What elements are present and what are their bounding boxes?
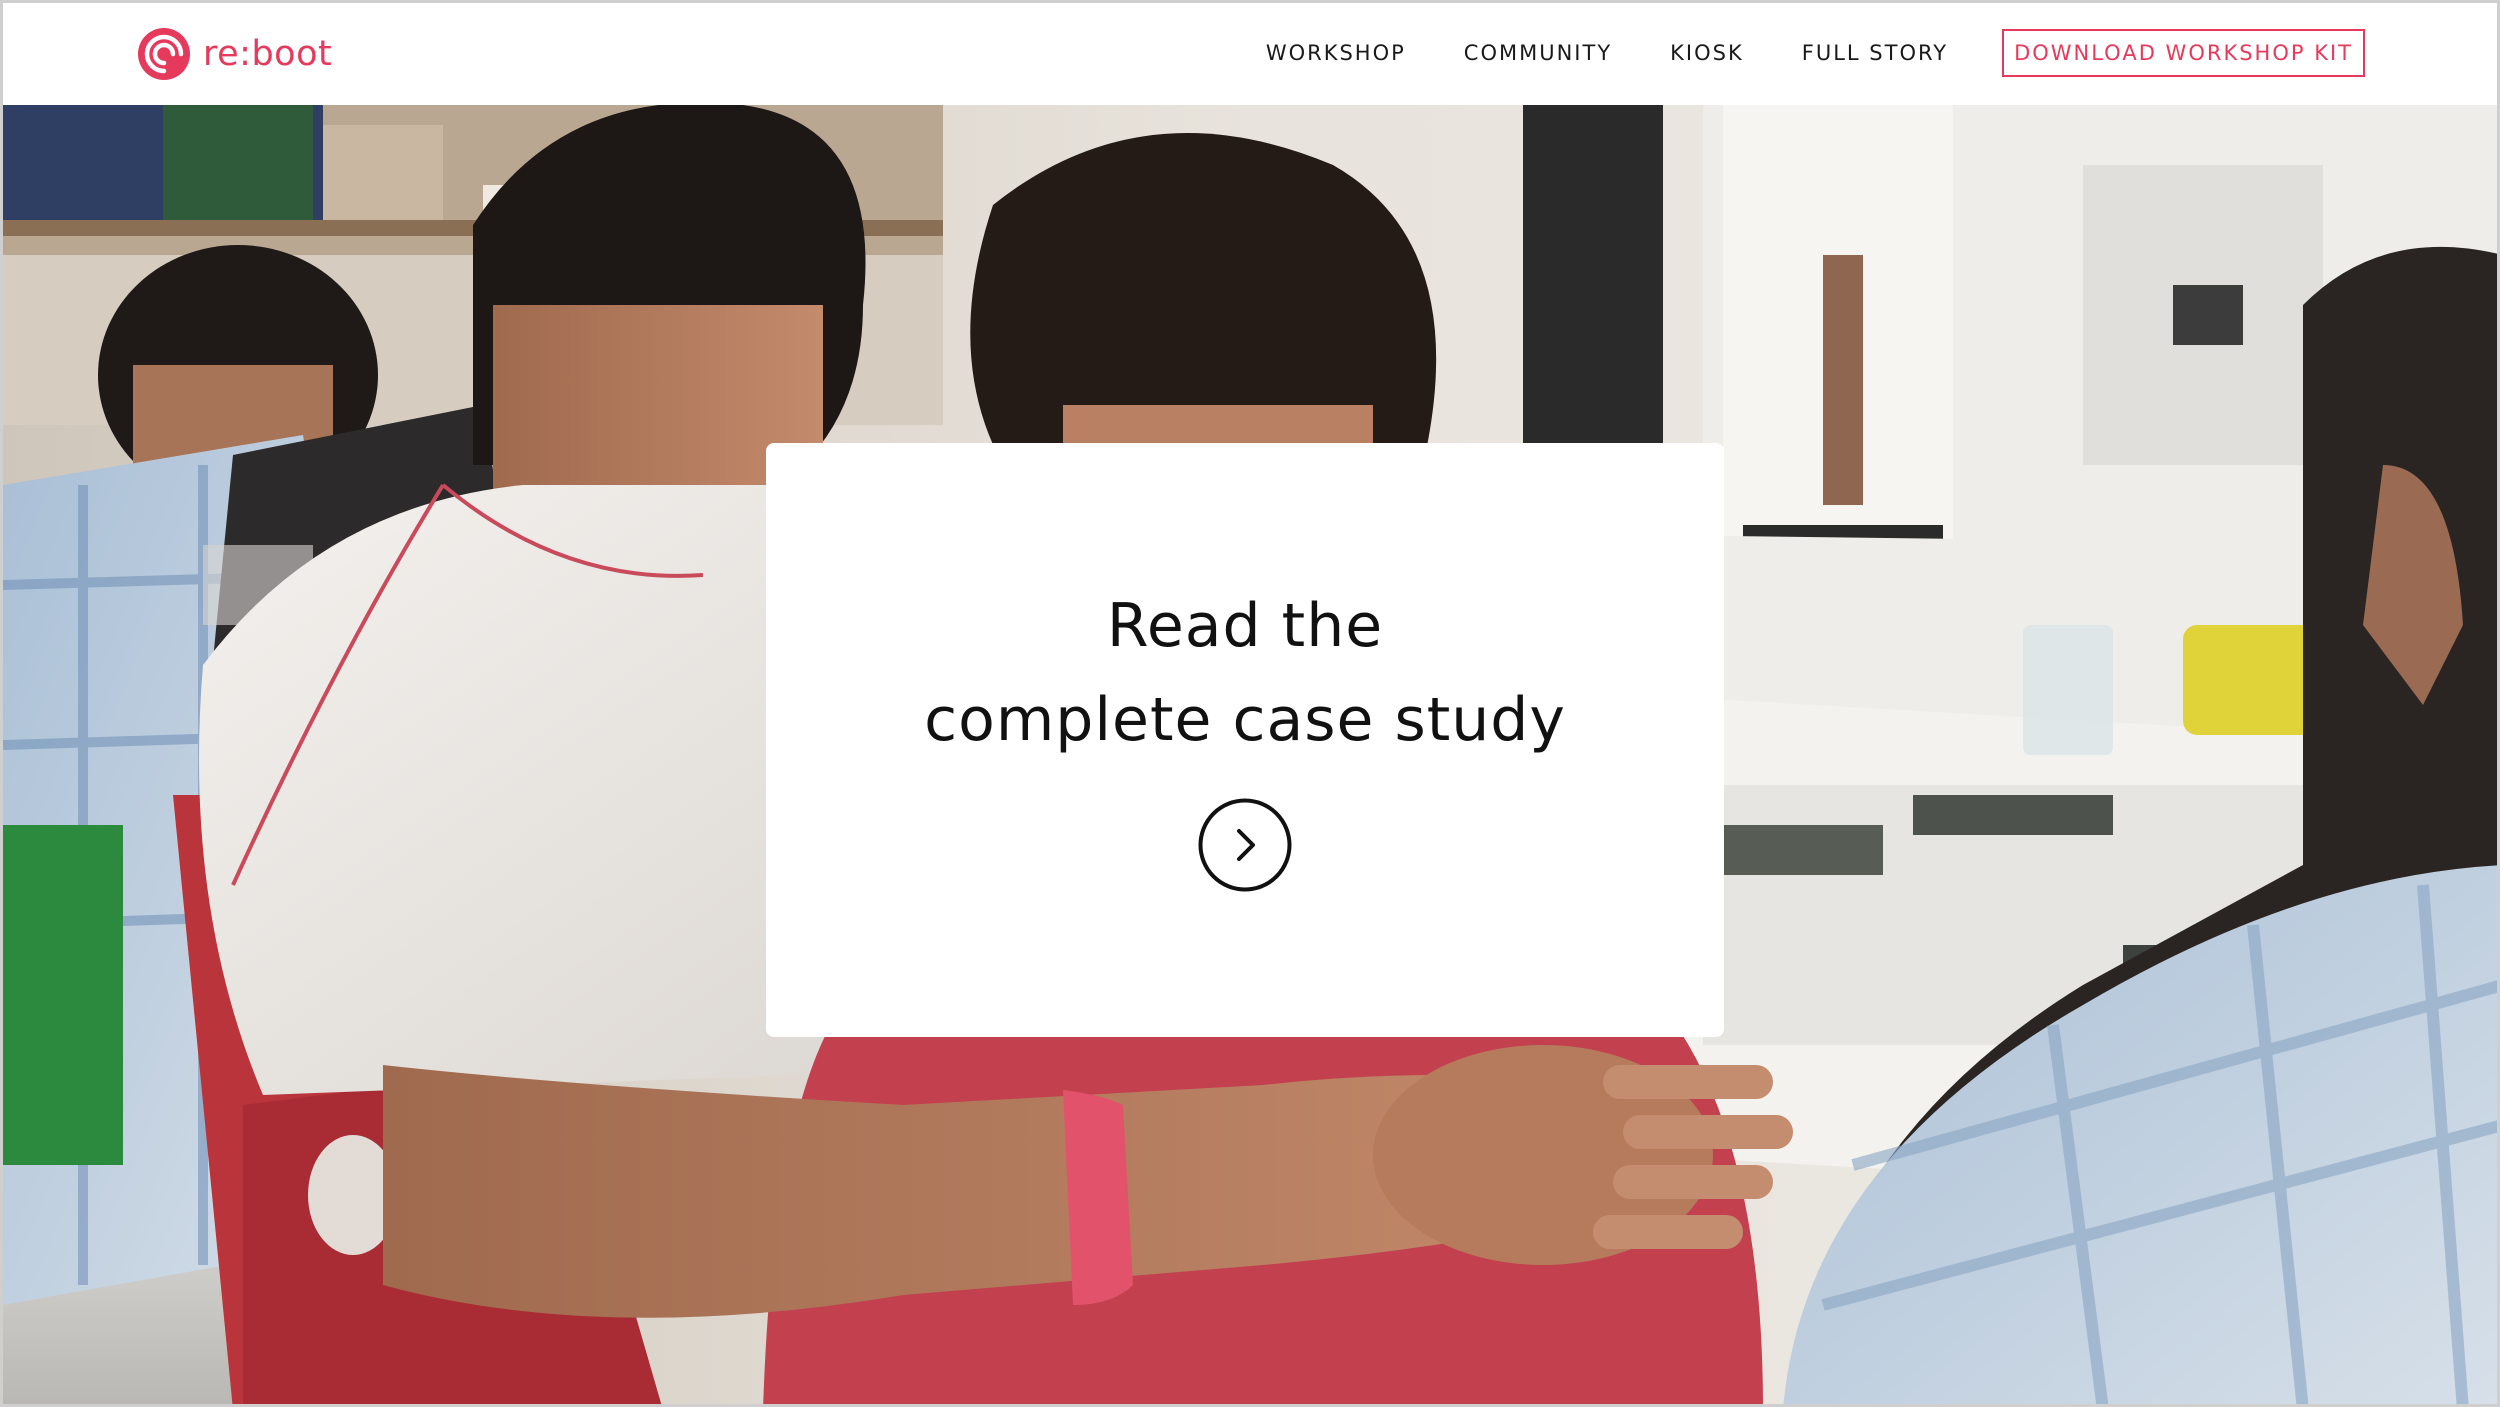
spiral-logo-icon [138,28,190,80]
browser-viewport: re:boot WORKSHOP COMMUNITY KIOSK FULL ST… [0,0,2500,1407]
nav-item-full-story[interactable]: FULL STORY [1802,41,1948,65]
download-workshop-kit-button[interactable]: DOWNLOAD WORKSHOP KIT [2002,29,2365,77]
nav-item-community[interactable]: COMMUNITY [1464,41,1612,65]
case-study-heading-line-1: Read the [1106,591,1384,661]
case-study-heading-line-2: complete case study [924,685,1566,755]
read-case-study-button[interactable] [1198,798,1292,892]
chevron-right-circle-icon [1198,798,1292,892]
home-logo-link[interactable]: re:boot [137,27,332,81]
main-nav: WORKSHOP COMMUNITY KIOSK FULL STORY DOWN… [1266,3,2497,103]
site-header: re:boot WORKSHOP COMMUNITY KIOSK FULL ST… [3,3,2497,105]
nav-item-kiosk[interactable]: KIOSK [1670,41,1744,65]
nav-item-workshop[interactable]: WORKSHOP [1266,41,1406,65]
case-study-card: Read the complete case study [766,443,1724,1037]
brand-name: re:boot [203,34,333,74]
case-study-heading: Read the complete case study [766,579,1724,767]
